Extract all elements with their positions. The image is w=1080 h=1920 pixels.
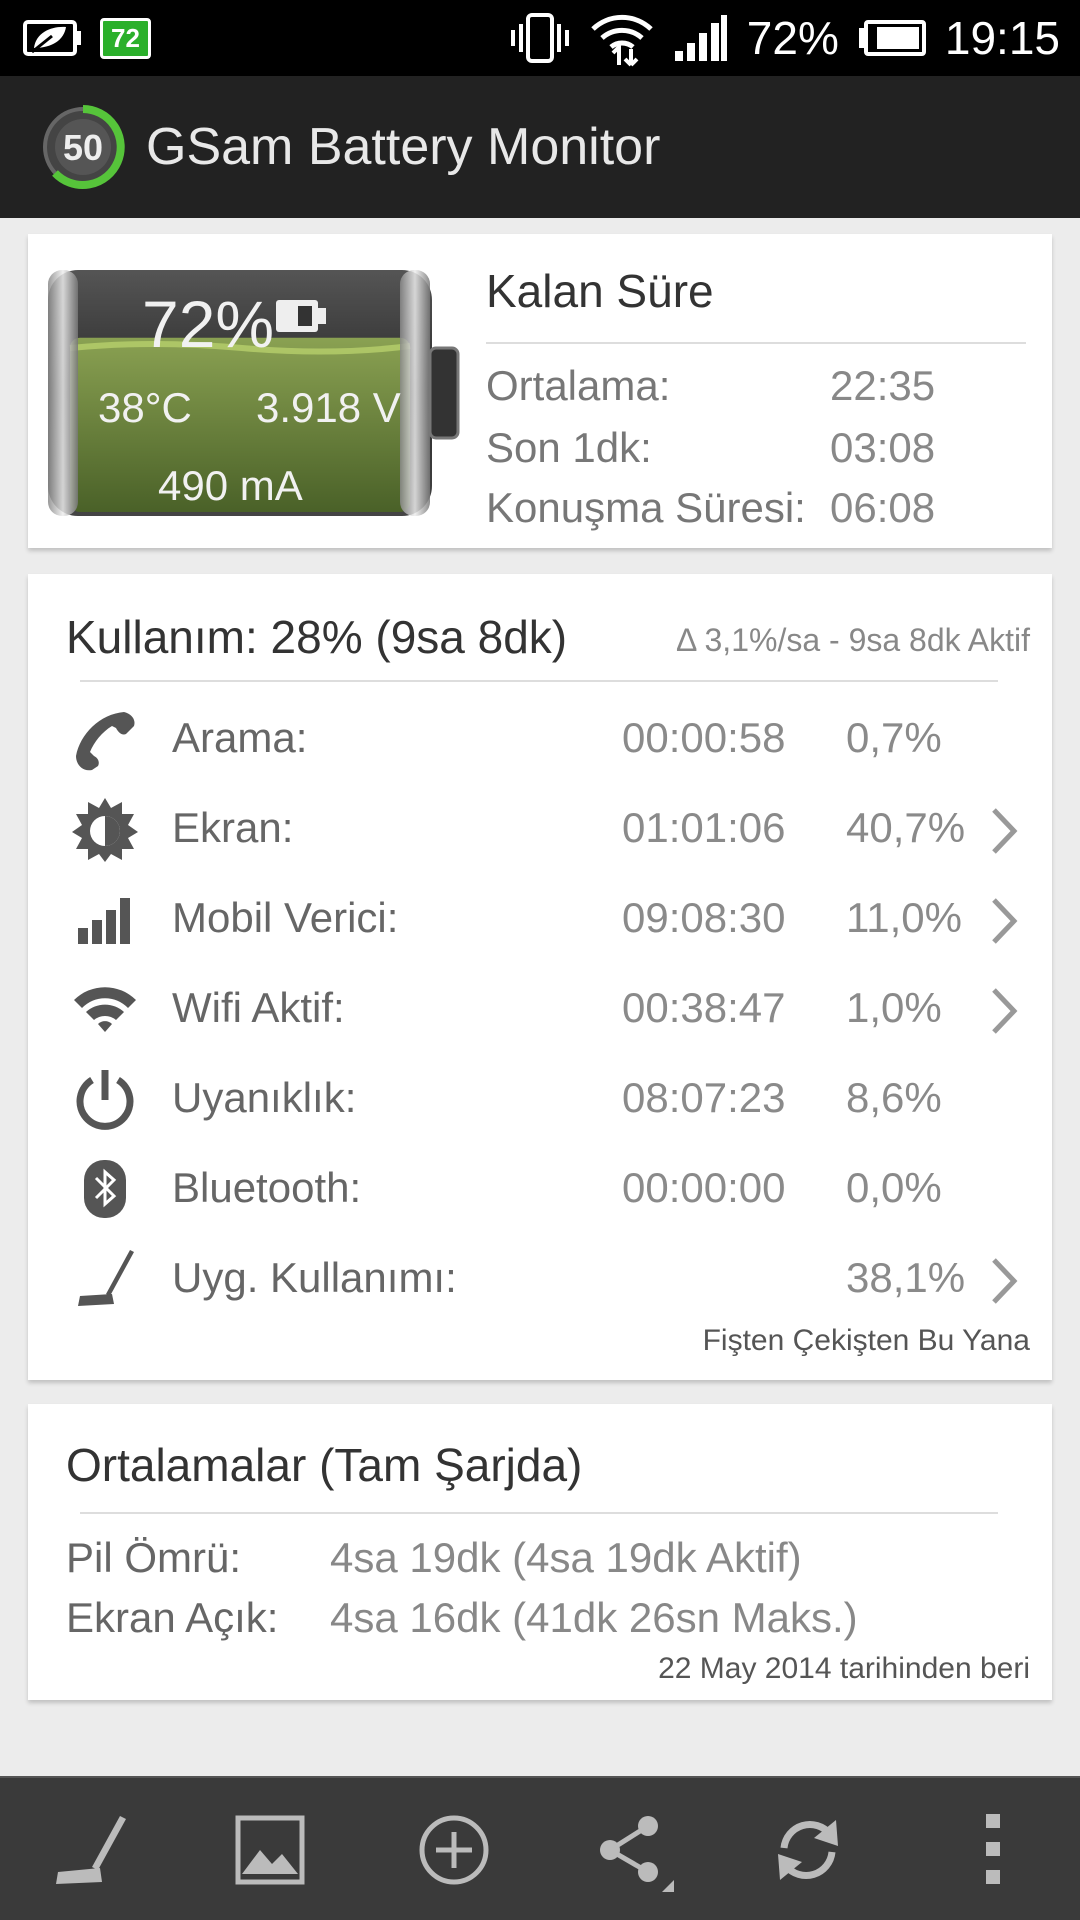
averages-divider xyxy=(80,1512,998,1514)
usage-percent: 38,1% xyxy=(846,1254,966,1301)
app-bar: 50 GSam Battery Monitor xyxy=(0,76,1080,218)
chevron-right-icon[interactable] xyxy=(988,896,1018,946)
usage-time: 08:07:23 xyxy=(622,1074,786,1121)
remaining-value-average: 22:35 xyxy=(830,362,936,409)
power-icon xyxy=(76,1070,134,1130)
averages-label-battery-life: Pil Ömrü: xyxy=(66,1534,242,1581)
app-usage-button[interactable] xyxy=(50,1808,134,1892)
wifi-icon xyxy=(74,987,136,1032)
share-button[interactable] xyxy=(590,1808,674,1892)
usage-label: Uyanıklık: xyxy=(172,1074,357,1121)
chevron-right-icon[interactable] xyxy=(988,806,1018,856)
wifi-icon xyxy=(591,14,653,67)
usage-row-bluetooth[interactable]: Bluetooth: 00:00:00 0,0% xyxy=(28,1144,1052,1234)
app-logo-value: 50 xyxy=(63,127,103,168)
usage-time: 00:00:00 xyxy=(622,1164,786,1211)
battery-percent-text: 72% xyxy=(746,12,839,64)
remaining-value-talk-time: 06:08 xyxy=(830,484,936,531)
remaining-label-talk-time: Konuşma Süresi: xyxy=(486,484,806,531)
usage-time: 01:01:06 xyxy=(622,804,786,851)
battery-current: 490 mA xyxy=(158,462,303,509)
battery-icon xyxy=(858,20,926,56)
app-logo-icon[interactable]: 50 xyxy=(40,104,126,190)
usage-percent: 0,0% xyxy=(846,1164,942,1211)
add-button[interactable] xyxy=(412,1808,496,1892)
averages-value-screen-on: 4sa 16dk (41dk 26sn Maks.) xyxy=(330,1594,858,1641)
usage-percent: 0,7% xyxy=(846,714,942,761)
remaining-label-average: Ortalama: xyxy=(486,362,671,409)
battery-level-badge: 72 xyxy=(100,17,151,59)
usage-row-mobile-radio[interactable]: Mobil Verici: 09:08:30 11,0% xyxy=(28,874,1052,964)
usage-label: Wifi Aktif: xyxy=(172,984,345,1031)
averages-title: Ortalamalar (Tam Şarjda) xyxy=(66,1439,583,1491)
leaf-battery-icon xyxy=(23,20,81,56)
battery-voltage: 3.918 V xyxy=(256,384,401,431)
usage-percent: 40,7% xyxy=(846,804,966,851)
usage-label: Ekran: xyxy=(172,804,294,851)
remaining-title: Kalan Süre xyxy=(486,265,714,317)
chevron-right-icon[interactable] xyxy=(988,986,1018,1036)
usage-time: 00:38:47 xyxy=(622,984,786,1031)
usage-percent: 1,0% xyxy=(846,984,942,1031)
vibrate-icon xyxy=(510,13,569,63)
usage-footer: Fişten Çekişten Bu Yana xyxy=(702,1324,1030,1357)
averages-value-battery-life: 4sa 19dk (4sa 19dk Aktif) xyxy=(330,1534,802,1581)
bottom-action-bar xyxy=(0,1776,1080,1920)
status-bar: 72 72% 19:15 xyxy=(0,0,1080,76)
signal-icon xyxy=(674,15,727,61)
clock: 19:15 xyxy=(944,12,1060,64)
usage-row-app-usage[interactable]: Uyg. Kullanımı: 38,1% xyxy=(28,1234,1052,1324)
usage-row-awake[interactable]: Uyanıklık: 08:07:23 8,6% xyxy=(28,1054,1052,1144)
app-title: GSam Battery Monitor xyxy=(146,118,661,176)
usage-title: Kullanım: 28% (9sa 8dk) xyxy=(66,611,568,663)
usage-row-wifi[interactable]: Wifi Aktif: 00:38:47 1,0% xyxy=(28,964,1052,1054)
usage-label: Bluetooth: xyxy=(172,1164,362,1211)
averages-card[interactable]: Ortalamalar (Tam Şarjda) Pil Ömrü: 4sa 1… xyxy=(28,1404,1052,1700)
remaining-label-last-minute: Son 1dk: xyxy=(486,424,652,471)
usage-label: Uyg. Kullanımı: xyxy=(172,1254,457,1301)
app-usage-icon xyxy=(78,1250,134,1306)
screen-brightness-icon xyxy=(72,798,138,862)
usage-card: Kullanım: 28% (9sa 8dk) Δ 3,1%/sa - 9sa … xyxy=(28,574,1052,1380)
usage-divider xyxy=(80,680,998,682)
overflow-menu-button[interactable] xyxy=(950,1808,1034,1892)
remaining-divider xyxy=(486,342,1026,344)
usage-percent: 11,0% xyxy=(846,894,962,941)
cell-signal-icon xyxy=(78,898,130,944)
usage-row-call[interactable]: Arama: 00:00:58 0,7% xyxy=(28,694,1052,784)
usage-label: Mobil Verici: xyxy=(172,894,399,941)
usage-row-screen[interactable]: Ekran: 01:01:06 40,7% xyxy=(28,784,1052,874)
battery-percent: 72% xyxy=(142,287,275,361)
phone-icon xyxy=(76,712,135,771)
usage-time: 00:00:58 xyxy=(622,714,786,761)
battery-temperature: 38°C xyxy=(98,384,192,431)
usage-label: Arama: xyxy=(172,714,308,761)
averages-label-screen-on: Ekran Açık: xyxy=(66,1594,279,1641)
chevron-right-icon[interactable] xyxy=(988,1256,1018,1306)
averages-footer: 22 May 2014 tarihinden beri xyxy=(658,1652,1030,1685)
image-button[interactable] xyxy=(228,1808,312,1892)
usage-rate: Δ 3,1%/sa - 9sa 8dk Aktif xyxy=(676,622,1030,658)
bluetooth-icon xyxy=(84,1160,126,1218)
battery-status-card[interactable]: 72% 38°C 3.918 V 490 mA Kalan Süre Ortal… xyxy=(28,234,1052,548)
usage-time: 09:08:30 xyxy=(622,894,786,941)
refresh-button[interactable] xyxy=(766,1808,850,1892)
remaining-value-last-minute: 03:08 xyxy=(830,424,936,471)
usage-percent: 8,6% xyxy=(846,1074,942,1121)
